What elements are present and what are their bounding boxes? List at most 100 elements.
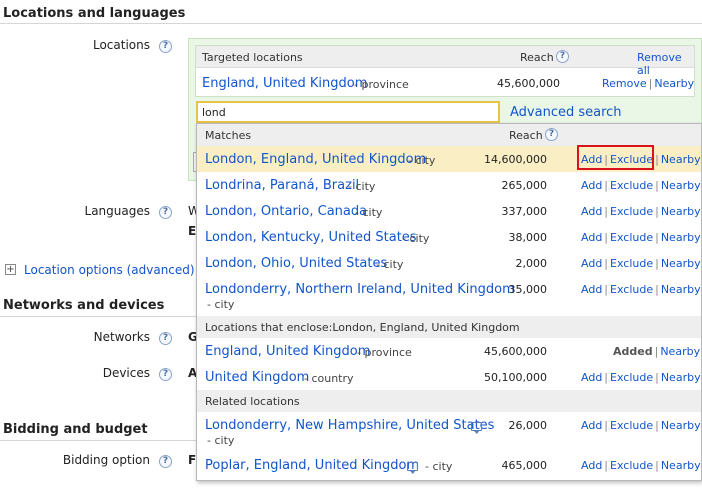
- matches-header: Matches Reach ?: [197, 124, 701, 146]
- speech-bubble-icon[interactable]: [407, 462, 418, 474]
- nearby-link[interactable]: Nearby: [654, 77, 694, 90]
- targeted-locations-header-label: Targeted locations: [202, 51, 303, 64]
- add-link[interactable]: Add: [581, 419, 602, 432]
- matches-header-label: Matches: [205, 129, 252, 142]
- match-actions: Add | Exclude | Nearby: [581, 257, 701, 270]
- enclosing-locations-header: Locations that enclose:London, England, …: [197, 316, 701, 338]
- add-link[interactable]: Add: [581, 205, 602, 218]
- exclude-link[interactable]: Exclude: [610, 205, 653, 218]
- matches-reach-help-icon[interactable]: ?: [545, 128, 558, 141]
- advanced-search-link[interactable]: Advanced search: [510, 105, 622, 120]
- related-actions: Add | Exclude | Nearby: [581, 419, 701, 432]
- nearby-link[interactable]: Nearby: [661, 231, 701, 244]
- add-link[interactable]: Add: [581, 371, 602, 384]
- targeted-locations-box: Targeted locations Reach ? Remove all En…: [195, 45, 695, 97]
- match-row[interactable]: London, Ohio, United States - city 2,000…: [197, 250, 701, 276]
- section-divider: [0, 23, 702, 24]
- nearby-link[interactable]: Nearby: [661, 205, 701, 218]
- match-reach: 38,000: [508, 231, 548, 244]
- match-row[interactable]: London, Kentucky, United States - city 3…: [197, 224, 701, 250]
- match-location-type: - city: [408, 154, 436, 167]
- languages-help-icon[interactable]: ?: [159, 206, 172, 219]
- nearby-link[interactable]: Nearby: [661, 419, 701, 432]
- annotation-highlight-box: [577, 145, 654, 170]
- expand-plus-icon[interactable]: +: [5, 264, 16, 275]
- enclosing-actions: Add | Exclude | Nearby: [581, 371, 701, 384]
- related-row[interactable]: Poplar, England, United Kingdom - city 4…: [197, 452, 701, 480]
- exclude-link[interactable]: Exclude: [610, 283, 653, 296]
- location-search-input[interactable]: [196, 101, 500, 123]
- enclosing-row[interactable]: United Kingdom - country 50,100,000 Add |…: [197, 364, 701, 390]
- enclosing-location-name[interactable]: England, United Kingdom: [205, 344, 370, 359]
- location-options-advanced-link[interactable]: Location options (advanced): [24, 263, 195, 277]
- nearby-link[interactable]: Nearby: [661, 257, 701, 270]
- nearby-link[interactable]: Nearby: [660, 345, 700, 358]
- add-link[interactable]: Add: [581, 179, 602, 192]
- match-row[interactable]: London, Ontario, Canada - city 337,000 A…: [197, 198, 701, 224]
- enclosing-header-label: Locations that enclose:London, England, …: [205, 321, 520, 334]
- match-location-name[interactable]: London, Ontario, Canada: [205, 204, 367, 219]
- exclude-link[interactable]: Exclude: [610, 371, 653, 384]
- nearby-link[interactable]: Nearby: [661, 283, 701, 296]
- match-reach: 14,600,000: [484, 153, 547, 166]
- match-location-name[interactable]: London, England, United Kingdom: [205, 152, 426, 167]
- enclosing-location-type: - province: [357, 346, 412, 359]
- add-link[interactable]: Add: [581, 459, 602, 472]
- networks-help-icon[interactable]: ?: [159, 332, 172, 345]
- match-row[interactable]: Londonderry, Northern Ireland, United Ki…: [197, 276, 701, 316]
- bidding-option-help-icon[interactable]: ?: [159, 455, 172, 468]
- related-row[interactable]: Londonderry, New Hampshire, United State…: [197, 412, 701, 452]
- targeted-location-reach: 45,600,000: [497, 77, 560, 90]
- enclosing-location-type: - country: [304, 372, 354, 385]
- devices-help-icon[interactable]: ?: [159, 368, 172, 381]
- match-location-type: - city: [376, 258, 404, 271]
- exclude-link[interactable]: Exclude: [610, 459, 653, 472]
- add-link[interactable]: Add: [581, 257, 602, 270]
- remove-link[interactable]: Remove: [602, 77, 647, 90]
- added-status: Added: [613, 345, 653, 358]
- exclude-link[interactable]: Exclude: [610, 257, 653, 270]
- related-locations-header: Related locations: [197, 390, 701, 412]
- exclude-link[interactable]: Exclude: [610, 231, 653, 244]
- match-actions: Add | Exclude | Nearby: [581, 283, 701, 296]
- match-reach: 337,000: [501, 205, 548, 218]
- enclosing-reach: 45,600,000: [484, 345, 547, 358]
- related-header-label: Related locations: [205, 395, 300, 408]
- related-location-type: - city: [425, 460, 453, 473]
- bidding-value-clipped: F: [188, 453, 197, 467]
- bidding-option-label: Bidding option: [62, 453, 150, 467]
- section-title-locations-languages: Locations and languages: [3, 6, 186, 21]
- match-location-name[interactable]: London, Ohio, United States: [205, 256, 387, 271]
- match-reach: 265,000: [501, 179, 548, 192]
- related-location-name[interactable]: Poplar, England, United Kingdom: [205, 458, 419, 473]
- match-location-name[interactable]: London, Kentucky, United States: [205, 230, 417, 245]
- targeted-location-row: England, United Kingdom - province 45,60…: [196, 69, 694, 97]
- targeted-location-name[interactable]: England, United Kingdom: [202, 76, 367, 91]
- match-reach: 2,000: [515, 257, 548, 270]
- enclosing-actions: Added | Nearby: [613, 345, 701, 358]
- add-link[interactable]: Add: [581, 231, 602, 244]
- add-link[interactable]: Add: [581, 283, 602, 296]
- languages-label: Languages: [84, 204, 150, 218]
- nearby-link[interactable]: Nearby: [661, 371, 701, 384]
- match-actions: Add | Exclude | Nearby: [581, 231, 701, 244]
- enclosing-location-name[interactable]: United Kingdom: [205, 370, 309, 385]
- location-matches-dropdown: Matches Reach ? London, England, United …: [196, 123, 702, 481]
- locations-help-icon[interactable]: ?: [159, 40, 172, 53]
- match-actions: Add | Exclude | Nearby: [581, 179, 701, 192]
- nearby-link[interactable]: Nearby: [661, 459, 701, 472]
- exclude-link[interactable]: Exclude: [610, 419, 653, 432]
- nearby-link[interactable]: Nearby: [661, 179, 701, 192]
- section-title-networks-devices: Networks and devices: [3, 298, 165, 313]
- match-row[interactable]: Londrina, Paraná, Brazil - city 265,000 …: [197, 172, 701, 198]
- related-location-name[interactable]: Londonderry, New Hampshire, United State…: [205, 418, 494, 433]
- enclosing-row[interactable]: England, United Kingdom - province 45,60…: [197, 338, 701, 364]
- match-location-name[interactable]: Londrina, Paraná, Brazil: [205, 178, 359, 193]
- related-reach: 26,000: [508, 419, 548, 432]
- reach-help-icon[interactable]: ?: [556, 50, 569, 63]
- section-divider: [0, 316, 196, 317]
- exclude-link[interactable]: Exclude: [610, 179, 653, 192]
- nearby-link[interactable]: Nearby: [661, 153, 701, 166]
- match-location-type: - city: [355, 206, 383, 219]
- match-location-type: - city: [402, 232, 430, 245]
